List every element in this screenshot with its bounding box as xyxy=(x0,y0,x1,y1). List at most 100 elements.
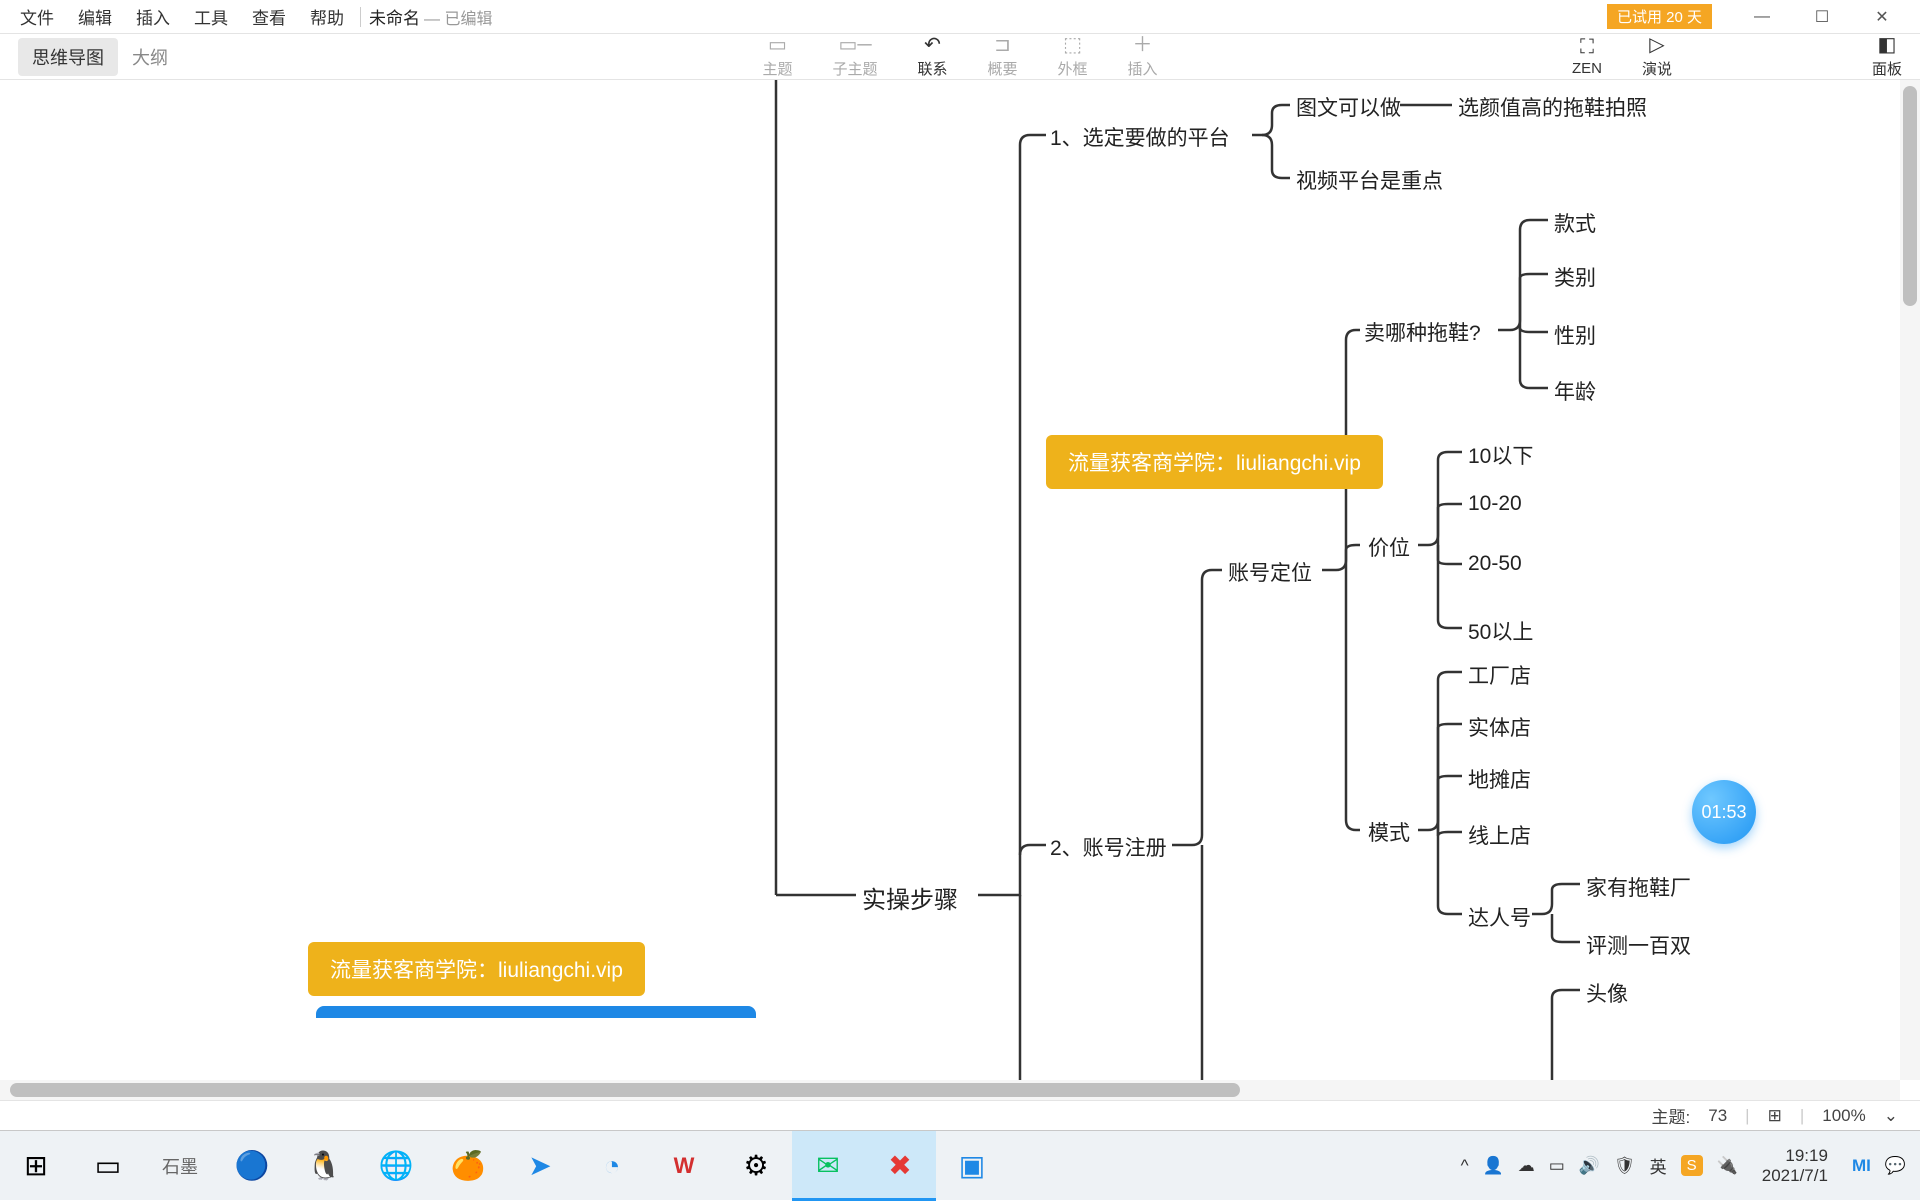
menu-tools[interactable]: 工具 xyxy=(182,4,240,29)
tray-security-icon[interactable]: 🛡 xyxy=(1614,1156,1636,1176)
present-button[interactable]: ▷演说 xyxy=(1642,34,1672,79)
zoom-dropdown-icon[interactable]: ⌄ xyxy=(1884,1106,1898,1126)
boundary-icon: ⬚ xyxy=(1063,34,1082,56)
vertical-scrollbar[interactable] xyxy=(1900,80,1920,1080)
topic-count-value: 73 xyxy=(1708,1106,1727,1126)
node-register[interactable]: 2、账号注册 xyxy=(1050,832,1167,862)
app-dingtalk-icon[interactable]: ◔ xyxy=(576,1131,648,1201)
subtopic-button[interactable]: ▭─子主题 xyxy=(832,34,877,79)
node-m1[interactable]: 工厂店 xyxy=(1468,660,1531,690)
toolbar: 思维导图 大纲 ▭主题 ▭─子主题 ↶联系 ⊐概要 ⬚外框 ＋插入 ⛶ZEN ▷… xyxy=(0,34,1920,80)
topic-count-label: 主题: xyxy=(1652,1103,1691,1128)
node-p4[interactable]: 50以上 xyxy=(1468,616,1533,646)
node-m4[interactable]: 线上店 xyxy=(1468,820,1531,850)
window-close-button[interactable]: ✕ xyxy=(1852,0,1912,34)
panel-button[interactable]: ◧面板 xyxy=(1872,34,1902,79)
summary-button[interactable]: ⊐概要 xyxy=(988,34,1018,79)
map-icon[interactable]: ⊞ xyxy=(1768,1106,1782,1126)
app-qq-icon[interactable]: 🐧 xyxy=(288,1131,360,1201)
tray-notifications-icon[interactable]: 💬 xyxy=(1885,1156,1906,1176)
node-p3[interactable]: 20-50 xyxy=(1468,552,1522,576)
tray-mi-icon[interactable]: MI xyxy=(1852,1156,1871,1176)
blue-node-partial[interactable] xyxy=(316,1006,756,1018)
menu-insert[interactable]: 插入 xyxy=(124,4,182,29)
timer-bubble[interactable]: 01:53 xyxy=(1692,780,1756,844)
divider xyxy=(360,7,361,27)
topic-button[interactable]: ▭主题 xyxy=(762,34,792,79)
windows-taskbar[interactable]: ⊞ ▭ 石墨 🔵 🐧 🌐 🍊 ➤ ◔ W ⚙ ✉ ✖ ▣ ^ 👤 ☁ ▭ 🔊 🛡… xyxy=(0,1130,1920,1200)
panel-icon: ◧ xyxy=(1878,34,1897,56)
menu-edit[interactable]: 编辑 xyxy=(66,4,124,29)
tab-mindmap[interactable]: 思维导图 xyxy=(18,38,118,76)
node-m3[interactable]: 地摊店 xyxy=(1468,764,1531,794)
boundary-button[interactable]: ⬚外框 xyxy=(1058,34,1088,79)
node-m5[interactable]: 达人号 xyxy=(1468,902,1531,932)
horizontal-scrollbar[interactable] xyxy=(0,1080,1900,1100)
zoom-value[interactable]: 100% xyxy=(1822,1106,1865,1126)
app-todesk-icon[interactable]: ▣ xyxy=(936,1131,1008,1201)
node-tuwen[interactable]: 图文可以做 xyxy=(1296,92,1401,122)
node-m5b[interactable]: 评测一百双 xyxy=(1586,930,1691,960)
document-name: 未命名 xyxy=(365,4,420,29)
system-tray[interactable]: ^ 👤 ☁ ▭ 🔊 🛡 英 S 🔌 19:19 2021/7/1 MI 💬 xyxy=(1447,1146,1920,1185)
node-mode[interactable]: 模式 xyxy=(1368,817,1410,847)
node-age[interactable]: 年龄 xyxy=(1554,376,1596,406)
menu-file[interactable]: 文件 xyxy=(8,4,66,29)
tray-ime-icon[interactable]: 英 xyxy=(1650,1153,1667,1178)
node-category[interactable]: 类别 xyxy=(1554,262,1596,292)
node-position[interactable]: 账号定位 xyxy=(1228,557,1312,587)
node-m2[interactable]: 实体店 xyxy=(1468,712,1531,742)
tray-people-icon[interactable]: 👤 xyxy=(1483,1156,1504,1176)
app-feishu-icon[interactable]: ➤ xyxy=(504,1131,576,1201)
app-xmind-icon[interactable]: ✖ xyxy=(864,1131,936,1201)
tab-outline[interactable]: 大纲 xyxy=(118,38,182,76)
tray-chevron-icon[interactable]: ^ xyxy=(1461,1156,1469,1176)
tray-sogou-icon[interactable]: S xyxy=(1681,1155,1703,1176)
app-shimo-icon[interactable]: 石墨 xyxy=(144,1131,216,1201)
node-price[interactable]: 价位 xyxy=(1368,532,1410,562)
menu-help[interactable]: 帮助 xyxy=(298,4,356,29)
document-status: — 已编辑 xyxy=(424,5,492,29)
node-p1[interactable]: 10以下 xyxy=(1468,440,1533,470)
node-m5a[interactable]: 家有拖鞋厂 xyxy=(1586,872,1691,902)
tray-volume-icon[interactable]: 🔊 xyxy=(1579,1156,1600,1176)
trial-badge[interactable]: 已试用 20 天 xyxy=(1607,4,1712,29)
start-button[interactable]: ⊞ xyxy=(0,1131,72,1201)
watermark-1: 流量获客商学院：liuliangchi.vip xyxy=(1046,435,1383,489)
menu-view[interactable]: 查看 xyxy=(240,4,298,29)
tray-battery-icon[interactable]: 🔌 xyxy=(1717,1156,1738,1176)
tray-screen-icon[interactable]: ▭ xyxy=(1549,1156,1565,1176)
node-platform[interactable]: 1、选定要做的平台 xyxy=(1050,122,1230,152)
node-tuwen-child[interactable]: 选颜值高的拖鞋拍照 xyxy=(1458,92,1647,122)
system-clock[interactable]: 19:19 2021/7/1 xyxy=(1752,1146,1838,1185)
relation-icon: ↶ xyxy=(924,34,941,56)
app-settings-icon[interactable]: ⚙ xyxy=(720,1131,792,1201)
topic-icon: ▭ xyxy=(768,34,787,56)
tray-cloud-icon[interactable]: ☁ xyxy=(1518,1156,1535,1176)
node-video[interactable]: 视频平台是重点 xyxy=(1296,165,1443,195)
play-icon: ▷ xyxy=(1649,34,1664,56)
taskview-icon[interactable]: ▭ xyxy=(72,1131,144,1201)
node-root[interactable]: 实操步骤 xyxy=(862,880,958,915)
plus-icon: ＋ xyxy=(1133,34,1153,56)
app-baidu-icon[interactable]: 🔵 xyxy=(216,1131,288,1201)
zen-button[interactable]: ⛶ZEN xyxy=(1572,36,1602,77)
node-style[interactable]: 款式 xyxy=(1554,208,1596,238)
node-avatar[interactable]: 头像 xyxy=(1586,978,1628,1008)
mindmap-canvas[interactable]: 实操步骤 1、选定要做的平台 图文可以做 选颜值高的拖鞋拍照 视频平台是重点 2… xyxy=(0,80,1920,1100)
menu-bar: 文件 编辑 插入 工具 查看 帮助 未命名 — 已编辑 已试用 20 天 — ☐… xyxy=(0,0,1920,34)
app-generic1-icon[interactable]: 🍊 xyxy=(432,1131,504,1201)
summary-icon: ⊐ xyxy=(994,34,1011,56)
zen-icon: ⛶ xyxy=(1580,36,1594,58)
node-gender[interactable]: 性别 xyxy=(1554,320,1596,350)
status-bar: 主题: 73 | ⊞ | 100% ⌄ xyxy=(0,1100,1920,1130)
window-maximize-button[interactable]: ☐ xyxy=(1792,0,1852,34)
app-chrome-icon[interactable]: 🌐 xyxy=(360,1131,432,1201)
insert-button[interactable]: ＋插入 xyxy=(1128,34,1158,79)
window-minimize-button[interactable]: — xyxy=(1732,0,1792,34)
relation-button[interactable]: ↶联系 xyxy=(917,34,947,79)
node-which[interactable]: 卖哪种拖鞋? xyxy=(1364,317,1481,347)
app-wechat-icon[interactable]: ✉ xyxy=(792,1131,864,1201)
node-p2[interactable]: 10-20 xyxy=(1468,492,1522,516)
app-wps-icon[interactable]: W xyxy=(648,1131,720,1201)
